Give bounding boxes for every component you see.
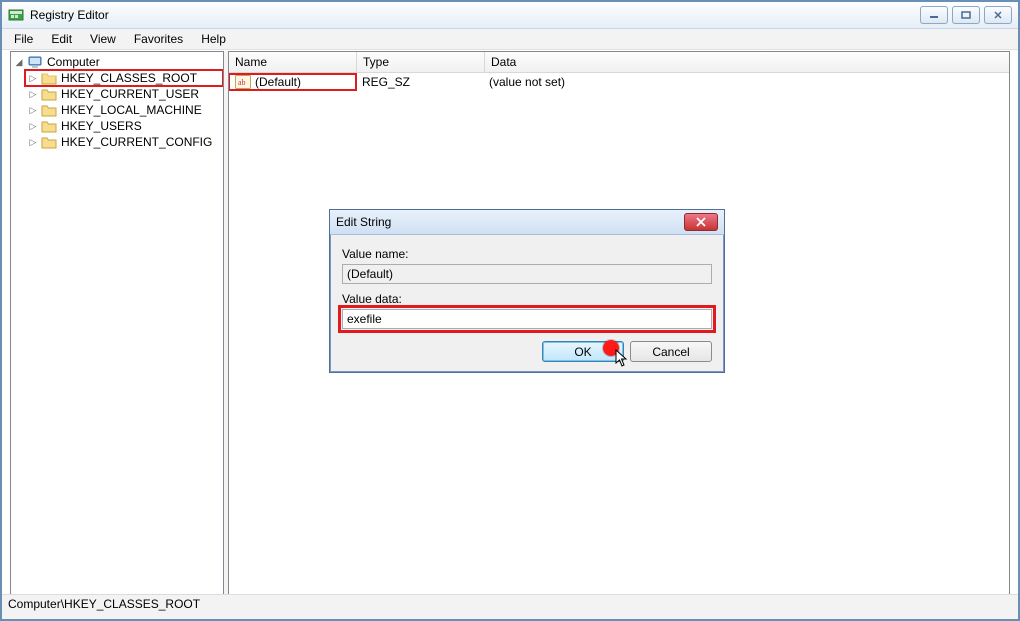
- tree-root[interactable]: ◢ Computer: [11, 54, 223, 70]
- cell-type: REG_SZ: [356, 74, 483, 90]
- tree-item-hkey-current-config[interactable]: ▷ HKEY_CURRENT_CONFIG: [25, 134, 223, 150]
- folder-icon: [41, 119, 57, 133]
- expander-icon[interactable]: ▷: [27, 104, 39, 116]
- app-icon: [8, 7, 24, 23]
- folder-icon: [41, 103, 57, 117]
- value-data-label: Value data:: [342, 292, 712, 306]
- expander-icon[interactable]: ▷: [27, 88, 39, 100]
- close-icon: [695, 217, 707, 227]
- cell-data: (value not set): [483, 74, 1009, 90]
- tree-root-label: Computer: [45, 55, 102, 69]
- list-row[interactable]: ab (Default) REG_SZ (value not set): [229, 73, 1009, 90]
- col-data[interactable]: Data: [485, 52, 1009, 72]
- dialog-titlebar: Edit String: [330, 210, 724, 235]
- folder-icon: [41, 71, 57, 85]
- value-data-field[interactable]: [342, 309, 712, 329]
- expander-icon[interactable]: ▷: [27, 136, 39, 148]
- value-name-label: Value name:: [342, 247, 712, 261]
- folder-icon: [41, 135, 57, 149]
- tree-pane[interactable]: ◢ Computer ▷ HKEY_CLASSES_ROOT ▷ HKEY_CU…: [10, 51, 224, 597]
- tree-item-hkey-current-user[interactable]: ▷ HKEY_CURRENT_USER: [25, 86, 223, 102]
- statusbar: Computer\HKEY_CLASSES_ROOT: [2, 594, 1018, 619]
- cursor-icon: [615, 349, 629, 367]
- cell-name[interactable]: ab (Default): [229, 74, 356, 90]
- col-type[interactable]: Type: [357, 52, 485, 72]
- menu-view[interactable]: View: [82, 30, 124, 48]
- maximize-button[interactable]: [952, 6, 980, 24]
- folder-icon: [41, 87, 57, 101]
- tree-item-hkey-local-machine[interactable]: ▷ HKEY_LOCAL_MACHINE: [25, 102, 223, 118]
- close-button[interactable]: [984, 6, 1012, 24]
- expander-icon[interactable]: ▷: [27, 120, 39, 132]
- tree-item-hkey-users[interactable]: ▷ HKEY_USERS: [25, 118, 223, 134]
- minimize-button[interactable]: [920, 6, 948, 24]
- dialog-close-button[interactable]: [684, 213, 718, 231]
- dialog-title: Edit String: [336, 215, 684, 229]
- tree-item-label: HKEY_CLASSES_ROOT: [59, 71, 199, 85]
- cancel-button[interactable]: Cancel: [630, 341, 712, 362]
- menu-favorites[interactable]: Favorites: [126, 30, 191, 48]
- tree-item-label: HKEY_CURRENT_USER: [59, 87, 201, 101]
- menu-file[interactable]: File: [6, 30, 41, 48]
- menu-help[interactable]: Help: [193, 30, 234, 48]
- menu-edit[interactable]: Edit: [43, 30, 80, 48]
- registry-editor-window: Registry Editor File Edit View Favorites…: [0, 0, 1020, 621]
- computer-icon: [27, 54, 43, 70]
- titlebar: Registry Editor: [2, 2, 1018, 29]
- col-name[interactable]: Name: [229, 52, 357, 72]
- tree-item-hkey-classes-root[interactable]: ▷ HKEY_CLASSES_ROOT: [25, 70, 223, 86]
- expander-icon[interactable]: ◢: [13, 56, 25, 68]
- tree-item-label: HKEY_USERS: [59, 119, 144, 133]
- list-header: Name Type Data: [229, 52, 1009, 73]
- tree-item-label: HKEY_CURRENT_CONFIG: [59, 135, 214, 149]
- cell-name-text: (Default): [255, 75, 301, 89]
- svg-text:ab: ab: [238, 78, 246, 87]
- string-value-icon: ab: [235, 75, 251, 89]
- menubar: File Edit View Favorites Help: [2, 29, 1018, 50]
- edit-string-dialog: Edit String Value name: Value data: OK C…: [329, 209, 725, 373]
- window-title: Registry Editor: [30, 8, 920, 22]
- tree-item-label: HKEY_LOCAL_MACHINE: [59, 103, 204, 117]
- value-name-field: [342, 264, 712, 284]
- expander-icon[interactable]: ▷: [27, 72, 39, 84]
